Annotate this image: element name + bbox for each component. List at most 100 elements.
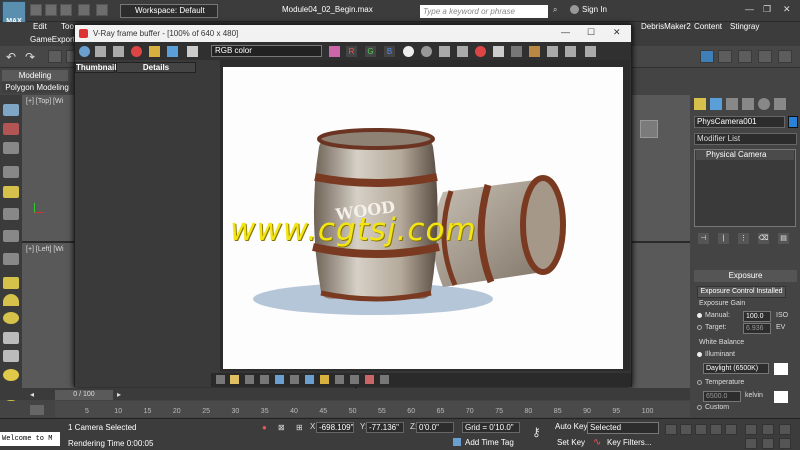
hierarchy-icon[interactable] xyxy=(3,142,19,154)
key-mode-icon[interactable]: ∿ xyxy=(593,437,601,448)
workspace-dropdown[interactable]: Workspace: Default xyxy=(120,4,218,18)
thumbnail-tab[interactable]: Thumbnail xyxy=(75,62,116,73)
play-icon[interactable] xyxy=(695,424,707,435)
pan-icon[interactable] xyxy=(762,424,774,435)
y-coordinate-field[interactable]: -77.136" xyxy=(366,422,404,433)
vfb-stop-icon[interactable] xyxy=(475,46,486,57)
hierarchy-tab-icon[interactable] xyxy=(726,98,738,110)
render-frame-window-icon[interactable] xyxy=(718,50,732,63)
isolate-icon[interactable]: ● xyxy=(262,423,267,432)
open-file-icon[interactable] xyxy=(45,4,57,16)
motion-tab-icon[interactable] xyxy=(742,98,754,110)
render-setup-icon[interactable] xyxy=(700,50,714,63)
lock-selection-icon[interactable]: ⊠ xyxy=(278,423,285,432)
key-selection-dropdown[interactable]: Selected xyxy=(587,422,659,434)
set-key-button[interactable]: Set Key xyxy=(557,438,585,447)
temperature-radio[interactable] xyxy=(697,380,702,385)
render-online-icon[interactable] xyxy=(778,50,792,63)
stack-item-physical-camera[interactable]: Physical Camera xyxy=(696,150,794,160)
add-time-tag-button[interactable]: Add Time Tag xyxy=(465,438,514,447)
vfb-region-icon[interactable] xyxy=(511,46,522,57)
vfb-minimize-icon[interactable]: — xyxy=(561,27,570,37)
vfb-copy-icon[interactable] xyxy=(547,46,558,57)
new-file-icon[interactable] xyxy=(30,4,42,16)
alpha-icon[interactable] xyxy=(403,46,414,57)
vfb-bottom-icon-12[interactable] xyxy=(380,375,389,384)
auto-key-button[interactable]: Auto Key xyxy=(555,422,587,431)
target-ev-field[interactable]: 6.936 xyxy=(743,323,771,334)
illuminant-radio[interactable] xyxy=(697,352,702,357)
vfb-save-image-icon[interactable] xyxy=(439,46,450,57)
vfb-bottom-icon-5[interactable] xyxy=(275,375,284,384)
create-icon[interactable] xyxy=(3,104,19,116)
vfb-title-bar[interactable]: V-Ray frame buffer - [100% of 640 x 480] xyxy=(75,25,631,42)
go-to-start-icon[interactable] xyxy=(665,424,677,435)
next-frame-icon[interactable]: ▸ xyxy=(117,390,121,399)
menu-stingray[interactable]: Stingray xyxy=(730,22,759,31)
undo-icon[interactable] xyxy=(78,4,90,16)
vfb-info-icon[interactable] xyxy=(585,46,596,57)
game-exporter-menu[interactable]: GameExporte xyxy=(30,35,79,44)
vfb-clear-icon[interactable] xyxy=(131,46,142,57)
menu-content[interactable]: Content xyxy=(694,22,722,31)
manual-iso-field[interactable]: 100.0 xyxy=(743,311,771,322)
torus-icon[interactable] xyxy=(3,312,19,324)
sign-in-button[interactable]: Sign In xyxy=(582,5,607,14)
field-of-view-icon[interactable] xyxy=(745,438,757,449)
zoom-icon[interactable] xyxy=(745,424,757,435)
maximize-viewport-icon[interactable] xyxy=(779,438,791,449)
cone-icon[interactable] xyxy=(3,350,19,362)
vfb-bottom-icon-7[interactable] xyxy=(305,375,314,384)
illuminant-color-swatch[interactable] xyxy=(774,363,788,375)
show-end-result-icon[interactable]: | xyxy=(718,233,729,244)
illuminant-dropdown[interactable]: Daylight (6500K) xyxy=(703,363,769,374)
vfb-history-icon[interactable] xyxy=(149,46,160,57)
mono-icon[interactable] xyxy=(421,46,432,57)
vfb-bottom-icon-2[interactable] xyxy=(230,375,239,384)
menu-debrismaker[interactable]: DebrisMaker2 xyxy=(641,22,691,31)
display-tab-icon[interactable] xyxy=(758,98,770,110)
vfb-lens-icon[interactable] xyxy=(167,46,178,57)
prev-key-icon[interactable] xyxy=(680,424,692,435)
modify-tab-icon[interactable] xyxy=(710,98,722,110)
red-channel-button[interactable]: R xyxy=(346,46,357,57)
viewport-top-label[interactable]: [+] [Top] [Wi xyxy=(26,98,63,105)
details-tab[interactable]: Details xyxy=(116,62,196,73)
walkthrough-icon[interactable] xyxy=(762,438,774,449)
redo-toolbar-icon[interactable]: ↷ xyxy=(25,50,35,64)
target-radio[interactable] xyxy=(697,325,702,330)
menu-tools[interactable]: Too xyxy=(61,22,74,31)
camera-icon[interactable] xyxy=(3,208,19,220)
vfb-load-icon[interactable] xyxy=(113,46,124,57)
vfb-render-icon[interactable] xyxy=(529,46,540,57)
search-input[interactable]: Type a keyword or phrase xyxy=(420,5,548,18)
pin-stack-icon[interactable]: ⊣ xyxy=(698,233,709,244)
create-tab-icon[interactable] xyxy=(694,98,706,110)
ribbon-tab-modeling[interactable]: Modeling xyxy=(2,70,68,81)
vfb-load-image-icon[interactable] xyxy=(457,46,468,57)
sun-icon[interactable] xyxy=(3,369,19,381)
configure-sets-icon[interactable]: ▤ xyxy=(778,233,789,244)
vfb-bottom-icon-11[interactable] xyxy=(365,375,374,384)
temperature-color-swatch[interactable] xyxy=(774,391,788,403)
exposure-control-button[interactable]: Exposure Control Installed xyxy=(697,286,786,298)
object-color-swatch[interactable] xyxy=(788,116,798,128)
sphere-icon[interactable] xyxy=(3,294,19,306)
modifier-stack[interactable] xyxy=(694,149,796,227)
vfb-menu-icon[interactable] xyxy=(187,46,198,57)
vfb-settings-icon[interactable] xyxy=(565,46,576,57)
vfb-maximize-icon[interactable]: ☐ xyxy=(587,27,595,38)
next-key-icon[interactable] xyxy=(710,424,722,435)
space-warps-icon[interactable] xyxy=(3,253,19,265)
vfb-bottom-icon-1[interactable] xyxy=(216,375,225,384)
key-filters-button[interactable]: Key Filters... xyxy=(607,438,651,447)
vfb-bottom-icon-9[interactable] xyxy=(335,375,344,384)
vfb-power-icon[interactable] xyxy=(79,46,90,57)
vfb-track-mouse-icon[interactable] xyxy=(493,46,504,57)
modifier-list-dropdown[interactable]: Modifier List xyxy=(694,133,797,145)
custom-radio[interactable] xyxy=(697,405,702,410)
remove-modifier-icon[interactable]: ⌫ xyxy=(758,233,769,244)
maxscript-listener[interactable]: Welcome to M xyxy=(0,432,60,446)
box-icon[interactable] xyxy=(3,277,19,289)
x-coordinate-field[interactable]: -698.109" xyxy=(316,422,354,433)
